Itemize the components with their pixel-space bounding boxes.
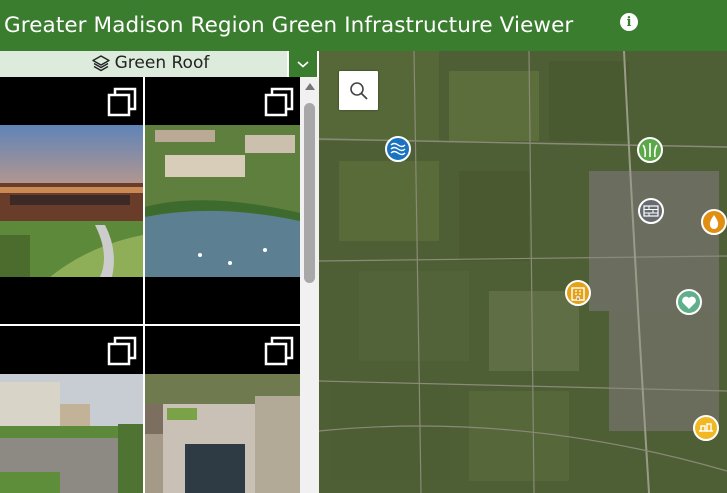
rain-drop-icon — [709, 215, 719, 229]
filter-selected-value: Green Roof — [114, 53, 210, 73]
building-marker[interactable] — [565, 280, 591, 306]
grass-icon — [642, 143, 658, 158]
grass-marker[interactable] — [637, 137, 663, 163]
open-gallery-icon[interactable] — [107, 87, 137, 117]
scroll-up-icon[interactable] — [305, 83, 315, 90]
open-gallery-icon[interactable] — [264, 87, 294, 117]
scroll-thumb[interactable] — [304, 103, 315, 283]
search-icon — [349, 81, 368, 100]
pavement-icon — [643, 205, 659, 217]
heart-leaf-marker[interactable] — [676, 289, 702, 315]
gallery-item[interactable] — [145, 326, 300, 493]
heart-leaf-icon — [682, 296, 696, 309]
layers-icon — [91, 55, 110, 72]
info-icon[interactable]: i — [620, 13, 638, 31]
water-waves-icon — [390, 142, 406, 156]
app-title: Greater Madison Region Green Infrastruct… — [4, 13, 574, 38]
permeable-pavement-marker[interactable] — [638, 198, 664, 224]
hands-icon — [699, 423, 713, 432]
chevron-down-icon — [297, 61, 309, 68]
brick-building-green-roof-photo — [145, 374, 300, 493]
rooftop-terrace-photo — [0, 374, 143, 493]
map-view[interactable] — [319, 51, 727, 493]
water-marker[interactable] — [385, 136, 411, 162]
campus-aerial-lake-photo — [145, 125, 300, 277]
photo-gallery — [0, 77, 300, 493]
campus-building-sunset-photo — [0, 125, 143, 277]
hands-marker[interactable] — [693, 415, 719, 441]
app-header: Greater Madison Region Green Infrastruct… — [0, 0, 727, 51]
open-gallery-icon[interactable] — [107, 336, 137, 366]
gallery-item[interactable] — [145, 77, 300, 324]
gallery-scrollbar[interactable] — [300, 77, 319, 493]
satellite-basemap — [319, 51, 727, 493]
rain-drop-marker[interactable] — [701, 209, 727, 235]
filter-label-wrap: Green Roof — [0, 53, 300, 73]
open-gallery-icon[interactable] — [264, 336, 294, 366]
gallery-item[interactable] — [0, 77, 143, 324]
category-filter[interactable]: Green Roof — [0, 51, 319, 80]
building-icon — [571, 287, 585, 301]
gallery-item[interactable] — [0, 326, 143, 493]
filter-dropdown-button[interactable] — [287, 51, 319, 80]
gallery-panel: Green Roof — [0, 51, 319, 493]
search-button[interactable] — [339, 71, 378, 110]
